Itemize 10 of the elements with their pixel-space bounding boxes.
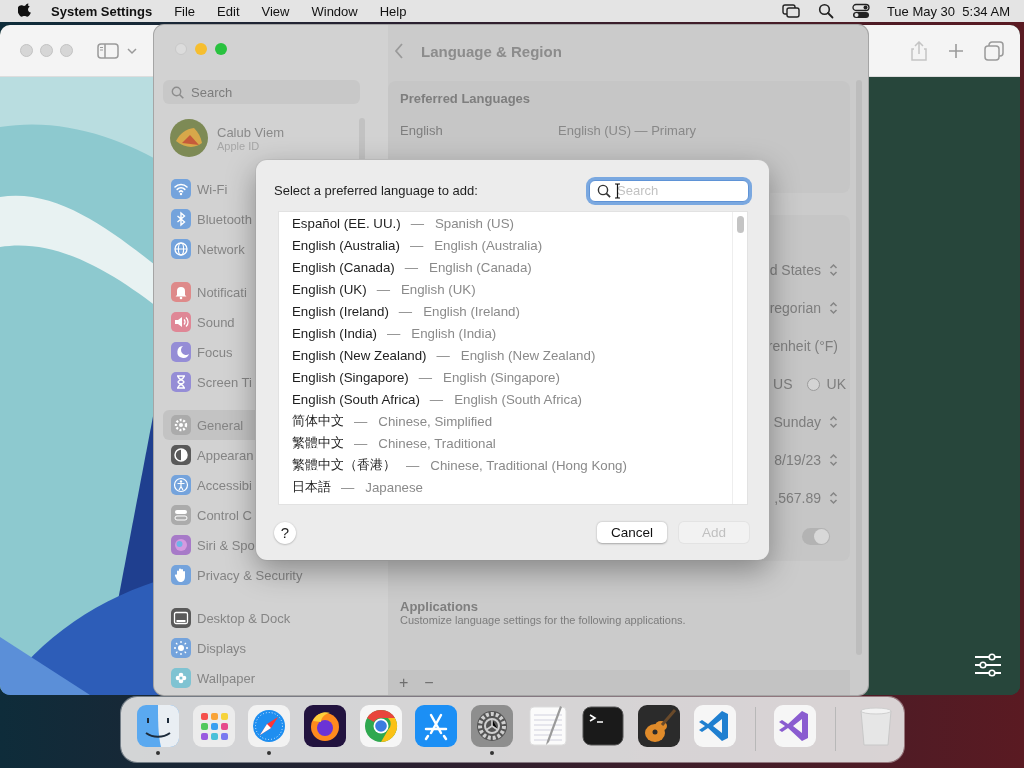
section-heading: Applications: [400, 599, 479, 614]
radio-label: UK: [826, 376, 846, 392]
section-description: Customize language settings for the following applications.: [400, 614, 687, 626]
language-name: English: [400, 123, 444, 138]
window-title: Language & Region: [421, 42, 562, 60]
dialog-prompt: Select a preferred language to add:: [274, 183, 478, 198]
radio-label: US: [773, 376, 793, 392]
section-heading: Preferred Languages: [400, 91, 532, 106]
account-name: Calub Viem: [217, 124, 284, 140]
language-detail: English (US) — Primary: [558, 123, 696, 138]
